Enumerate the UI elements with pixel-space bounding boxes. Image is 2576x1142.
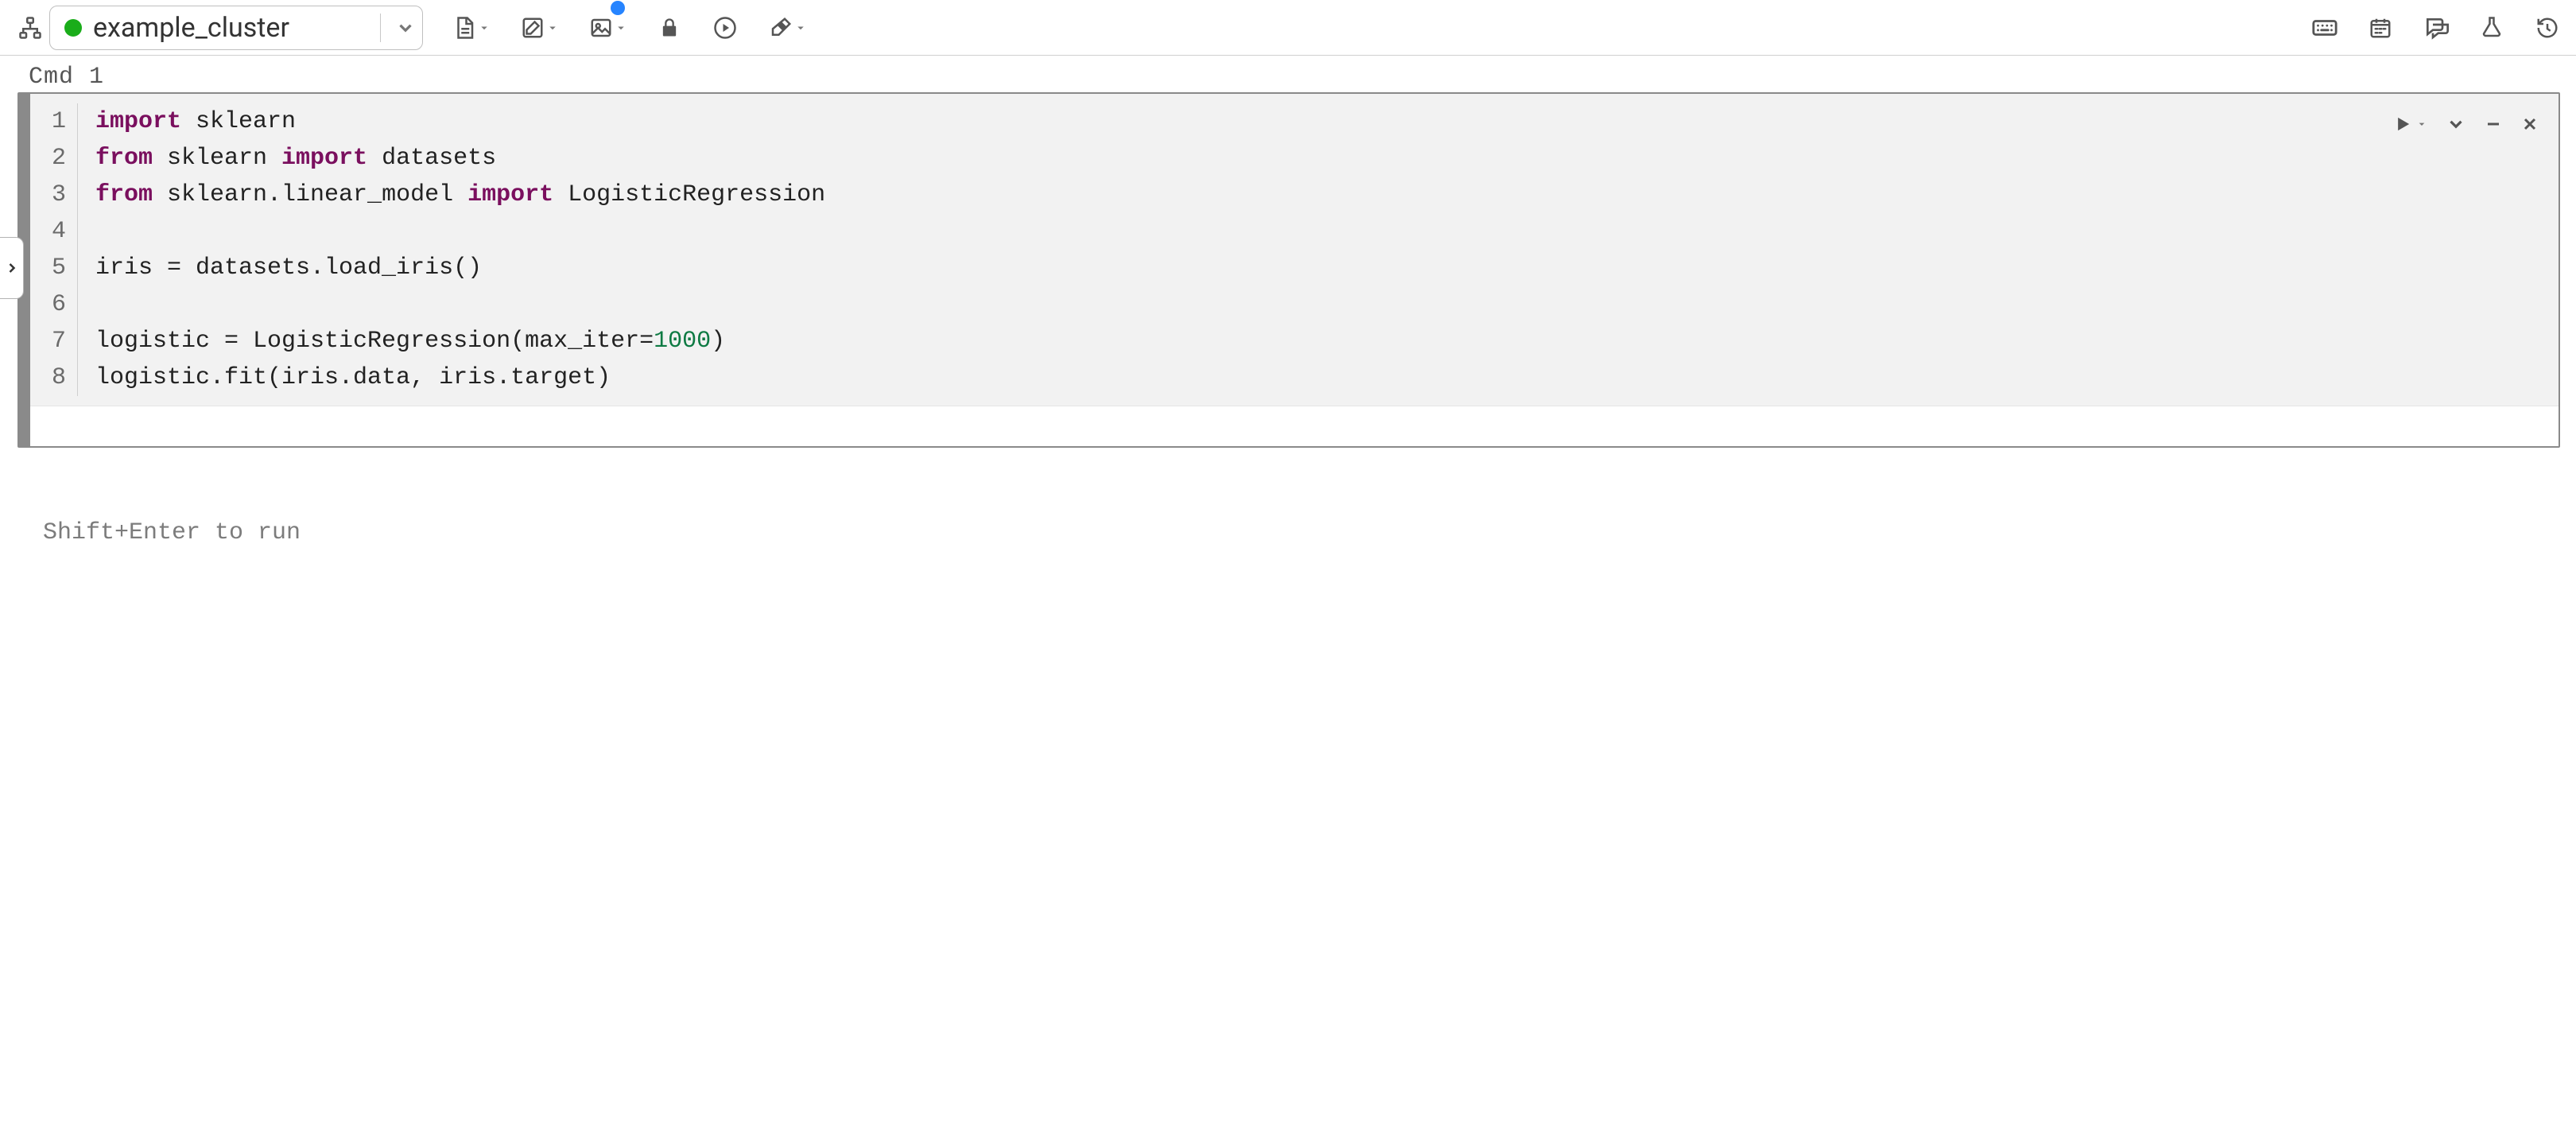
clear-menu-button[interactable] [766,9,808,47]
code-cell: 12345678 import sklearnfrom sklearn impo… [17,92,2560,448]
file-doc-icon [450,9,479,47]
close-cell-button[interactable] [2520,115,2539,134]
cell-action-bar [2392,113,2539,135]
workspace-tree-icon[interactable] [16,9,45,47]
image-icon [587,9,615,47]
minimize-cell-button[interactable] [2484,115,2503,134]
notification-dot-icon [611,1,625,15]
calendar-icon[interactable] [2366,9,2395,47]
run-hint: Shift+Enter to run [43,519,2560,546]
chevron-down-icon[interactable] [2446,114,2466,134]
cluster-name: example_cluster [93,12,366,44]
history-icon[interactable] [2533,9,2562,47]
edit-pencil-icon [518,9,547,47]
chart-menu-button[interactable] [587,9,628,47]
caret-down-icon [477,21,491,35]
permissions-button[interactable] [655,9,684,47]
eraser-icon [766,9,795,47]
cell-expand-handle[interactable] [0,237,24,299]
chevron-down-icon[interactable] [395,17,416,38]
run-cell-button[interactable] [2392,113,2428,135]
caret-down-icon [545,21,560,35]
code-editor[interactable]: 12345678 import sklearnfrom sklearn impo… [30,94,2559,406]
keyboard-icon[interactable] [2310,9,2339,47]
cluster-selector[interactable]: example_cluster [49,6,423,50]
run-all-button[interactable] [711,9,739,47]
cluster-dropdown-separator [380,14,381,42]
notebook-toolbar: example_cluster [0,0,2576,56]
flask-icon[interactable] [2477,9,2506,47]
edit-menu-button[interactable] [518,9,560,47]
run-circle-icon [711,9,739,47]
cell-label: Cmd 1 [0,56,2560,92]
caret-down-icon [614,21,628,35]
notebook-workspace: Cmd 1 12345678 [0,56,2576,546]
cluster-status-dot [64,19,82,37]
file-menu-button[interactable] [450,9,491,47]
comments-icon[interactable] [2422,9,2450,47]
lock-icon [655,9,684,47]
caret-down-icon [793,21,808,35]
code-content[interactable]: import sklearnfrom sklearn import datase… [78,103,2559,396]
line-number-gutter: 12345678 [30,103,78,396]
